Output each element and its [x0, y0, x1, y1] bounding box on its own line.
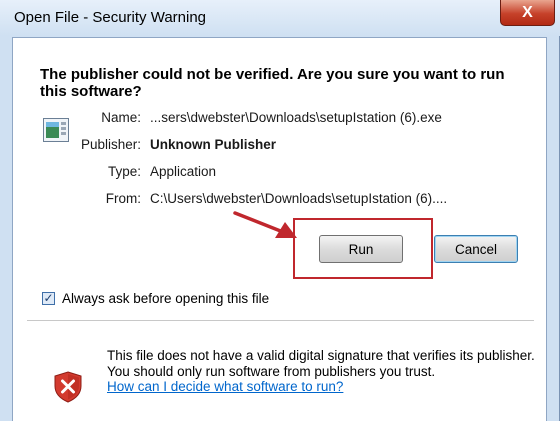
dialog-content: The publisher could not be verified. Are… — [12, 37, 547, 421]
dialog-heading: The publisher could not be verified. Are… — [40, 66, 505, 100]
security-shield-icon — [54, 371, 82, 403]
cancel-button-label: Cancel — [454, 241, 498, 257]
close-button[interactable]: X — [500, 0, 555, 26]
publisher-label: Publisher: — [80, 137, 141, 152]
signature-warning-text: This file does not have a valid digital … — [107, 348, 535, 379]
type-label: Type: — [107, 164, 141, 179]
run-button[interactable]: Run — [319, 235, 403, 263]
type-value: Application — [150, 164, 217, 179]
from-label: From: — [105, 191, 141, 206]
always-ask-label[interactable]: Always ask before opening this file — [62, 291, 269, 306]
security-warning-dialog: Open File - Security Warning X The publi… — [0, 0, 560, 421]
close-icon: X — [522, 3, 533, 21]
run-button-label: Run — [348, 241, 374, 257]
window-title: Open File - Security Warning — [14, 9, 207, 26]
from-value: C:\Users\dwebster\Downloads\setupIstatio… — [150, 191, 448, 206]
red-arrow-icon — [233, 211, 297, 238]
cancel-button[interactable]: Cancel — [434, 235, 518, 263]
name-label: Name: — [101, 110, 141, 125]
publisher-value: Unknown Publisher — [150, 137, 277, 152]
always-ask-checkbox[interactable]: ✓ — [42, 292, 55, 305]
title-bar[interactable]: Open File - Security Warning — [0, 0, 560, 36]
name-value: ...sers\dwebster\Downloads\setupIstation… — [150, 110, 442, 125]
help-link[interactable]: How can I decide what software to run? — [107, 379, 343, 394]
divider-highlight — [27, 321, 534, 322]
application-icon — [43, 118, 69, 142]
